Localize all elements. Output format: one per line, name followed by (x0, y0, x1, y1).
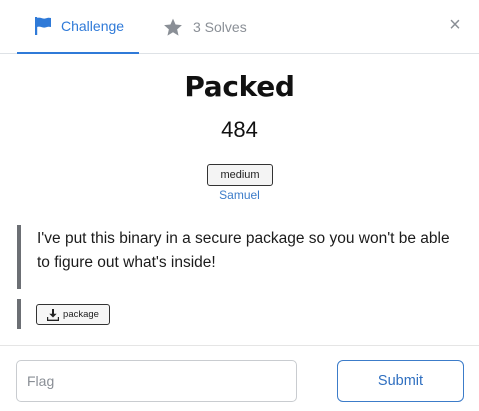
tab-challenge-label: Challenge (61, 18, 125, 34)
star-icon (163, 17, 183, 37)
flag-input[interactable] (16, 360, 297, 402)
download-file-button[interactable]: package (36, 304, 110, 325)
tab-bar: Challenge 3 Solves (0, 0, 479, 54)
close-icon[interactable]: × (448, 13, 462, 37)
tab-solves-label: 3 Solves (193, 19, 247, 35)
download-icon (47, 308, 60, 321)
challenge-points: 484 (221, 117, 258, 142)
difficulty-badge: medium (207, 164, 273, 186)
submit-button[interactable]: Submit (337, 360, 464, 402)
tab-solves[interactable]: 3 Solves (163, 0, 247, 54)
file-label: package (63, 309, 99, 320)
author-label: Samuel (219, 188, 260, 202)
file-list: package (17, 299, 462, 329)
submission-footer: Submit (0, 345, 479, 411)
flag-icon (33, 16, 53, 36)
challenge-description: I've put this binary in a secure package… (17, 225, 462, 289)
challenge-modal: Challenge 3 Solves × Packed 484 medium S… (0, 0, 479, 411)
tab-challenge[interactable]: Challenge (17, 0, 139, 54)
challenge-title: Packed (184, 70, 295, 103)
